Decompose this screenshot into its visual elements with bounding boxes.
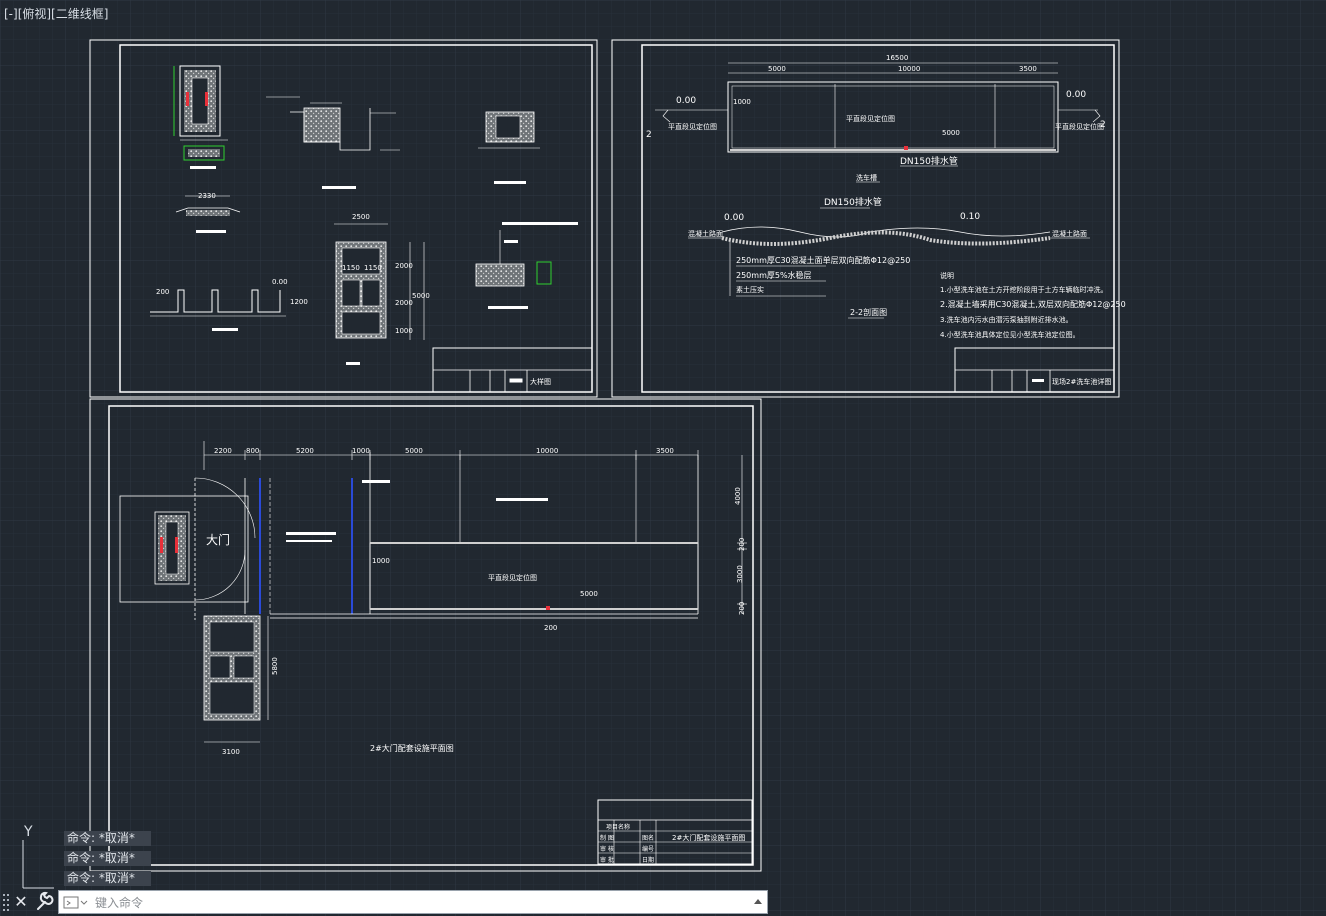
tb-project-label: 项目名称 [606, 823, 630, 831]
dim-200: 200 [156, 288, 169, 296]
plan-title: 2#大门配套设施平面图 [370, 743, 454, 753]
command-prompt-icon[interactable] [63, 895, 89, 910]
note-4: 4.小型洗车池具体定位见小型洗车池定位图。 [940, 330, 1080, 339]
tb-row-2: 审 核 [600, 845, 614, 853]
dim-2500: 2500 [352, 213, 370, 221]
locate-center: 平直段见定位图 [846, 114, 895, 123]
drag-grip-icon[interactable] [2, 892, 10, 912]
dim-bottom-200: 200 [544, 624, 557, 632]
tb-drawing-name-label: 图名 [642, 834, 654, 842]
level-0-00: 0.00 [272, 278, 288, 286]
dim-5000: 5000 [405, 447, 423, 455]
command-input-box[interactable] [58, 890, 768, 914]
dim-bottom-3100: 3100 [222, 748, 240, 756]
dim-right-3000: 3000 [736, 565, 744, 583]
locate-right: 平直段见定位图 [1055, 122, 1104, 131]
dim-2000-a: 2000 [395, 262, 413, 270]
dim-2200: 2200 [214, 447, 232, 455]
note-1: 1.小型洗车池在土方开挖阶段用于土方车辆临时冲洗。 [940, 285, 1108, 294]
note-3: 3.洗车池内污水由潜污泵抽到附近排水池。 [940, 315, 1073, 324]
gate-label: 大门 [206, 532, 230, 547]
section-mark-left: 2 [646, 130, 652, 140]
locate-left: 平直段见定位图 [668, 122, 717, 131]
tb-drawing-name: 2#大门配套设施平面图 [672, 833, 745, 842]
level-left: 0.00 [676, 96, 696, 106]
viewport-controls-label[interactable]: [-][俯视][二维线框] [4, 5, 108, 22]
dim-10000: 10000 [536, 447, 558, 455]
dim-1200: 1200 [290, 298, 308, 306]
dim-3500: 3500 [1019, 65, 1037, 73]
layer-1: 250mm厚C30混凝土面单层双向配筋Φ12@250 [736, 255, 910, 265]
command-history-line: 命令: *取消* [64, 851, 151, 866]
wrench-icon[interactable] [34, 891, 54, 913]
tb-date-label: 日期 [642, 856, 654, 864]
cad-model-space[interactable]: 2330 2500 1150 1150 2000 2000 1000 5000 … [0, 0, 1326, 916]
dim-800: 800 [246, 447, 259, 455]
command-input[interactable] [93, 893, 747, 913]
ucs-icon: Y [22, 824, 54, 889]
command-history-arrow-icon[interactable] [753, 896, 763, 908]
road-right: 混凝土路面 [1052, 229, 1087, 238]
command-history-line: 命令: *取消* [64, 831, 151, 846]
dim-inner-5000: 5000 [580, 590, 598, 598]
dim-2330: 2330 [198, 192, 216, 200]
title-block-sheet-name: 大样图 [530, 377, 551, 386]
section-level-right: 0.10 [960, 212, 980, 222]
dim-2000-b: 2000 [395, 299, 413, 307]
plan-title: 洗车槽 [856, 173, 877, 182]
dim-inner-1000: 1000 [372, 557, 390, 565]
section-mark-right: 2 [1100, 120, 1106, 130]
tb-row-1: 制 图 [600, 834, 614, 842]
pipe-label: DN150排水管 [900, 155, 958, 167]
notes-title: 说明 [940, 271, 954, 280]
tb-row-3: 审 批 [600, 856, 614, 864]
layer-2: 250mm厚5%水稳层 [736, 270, 812, 280]
title-block-sheet-name: 现场2#洗车池详图 [1052, 377, 1111, 386]
dim-vertical-5800: 5800 [271, 657, 279, 675]
section-title: 2-2剖面图 [850, 307, 887, 317]
command-line-bar: ✕ [0, 889, 768, 915]
dim-right-200-b: 200 [738, 602, 746, 615]
road-left: 混凝土路面 [688, 229, 723, 238]
dim-5000: 5000 [768, 65, 786, 73]
note-2: 2.混凝土墙采用C30混凝土,双层双向配筋Φ12@250 [940, 299, 1126, 309]
tb-number-label: 编号 [642, 845, 654, 853]
dim-1000: 1000 [352, 447, 370, 455]
dim-1150-b: 1150 [364, 264, 382, 272]
dim-1000-inner: 1000 [733, 98, 751, 106]
section-level-left: 0.00 [724, 213, 744, 223]
section-pipe-label: DN150排水管 [824, 196, 882, 208]
dim-10000: 10000 [898, 65, 920, 73]
command-history-line: 命令: *取消* [64, 871, 151, 886]
locate-center: 平直段见定位图 [488, 573, 537, 582]
dim-5200: 5200 [296, 447, 314, 455]
dim-16500: 16500 [886, 54, 908, 62]
close-icon[interactable]: ✕ [12, 891, 30, 913]
ucs-y-label: Y [23, 824, 33, 840]
dim-5000-inner: 5000 [942, 129, 960, 137]
dim-right-4000: 4000 [734, 487, 742, 505]
dim-1000: 1000 [395, 327, 413, 335]
layer-3: 素土压实 [736, 285, 764, 294]
level-right: 0.00 [1066, 90, 1086, 100]
dim-1150-a: 1150 [342, 264, 360, 272]
dim-5000: 5000 [412, 292, 430, 300]
dim-3500: 3500 [656, 447, 674, 455]
dim-right-200-a: 200 [738, 538, 746, 551]
